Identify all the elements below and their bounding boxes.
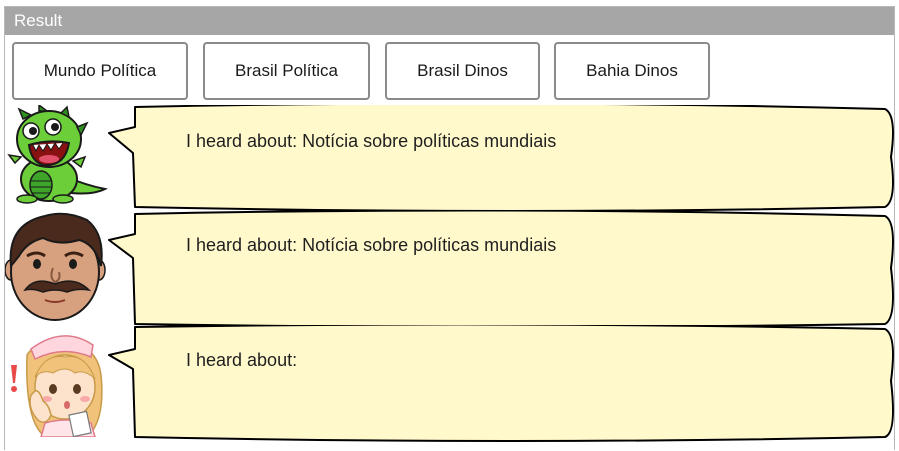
brasil-dinos-button[interactable]: Brasil Dinos xyxy=(385,42,540,100)
result-title-bar: Result xyxy=(5,7,894,35)
subscriber-row: I heard about: Notícia sobre políticas m… xyxy=(5,210,896,328)
brasil-politica-button[interactable]: Brasil Política xyxy=(203,42,370,100)
speech-bubble xyxy=(108,105,894,211)
window-title: Result xyxy=(14,11,63,30)
bahia-dinos-button[interactable]: Bahia Dinos xyxy=(554,42,710,100)
mundo-politica-button[interactable]: Mundo Política xyxy=(12,42,188,100)
message-text: I heard about: Notícia sobre políticas m… xyxy=(186,235,557,255)
result-panel: Result Mundo Política Brasil Política Br… xyxy=(4,6,895,450)
subscriber-row: I heard about: Notícia sobre políticas m… xyxy=(5,105,896,211)
subscriber-row: I heard about: xyxy=(5,325,896,451)
speech-bubble xyxy=(108,210,894,328)
message-text: I heard about: xyxy=(186,350,298,370)
speech-bubble xyxy=(108,325,894,442)
message-text: I heard about: Notícia sobre políticas m… xyxy=(186,131,557,151)
